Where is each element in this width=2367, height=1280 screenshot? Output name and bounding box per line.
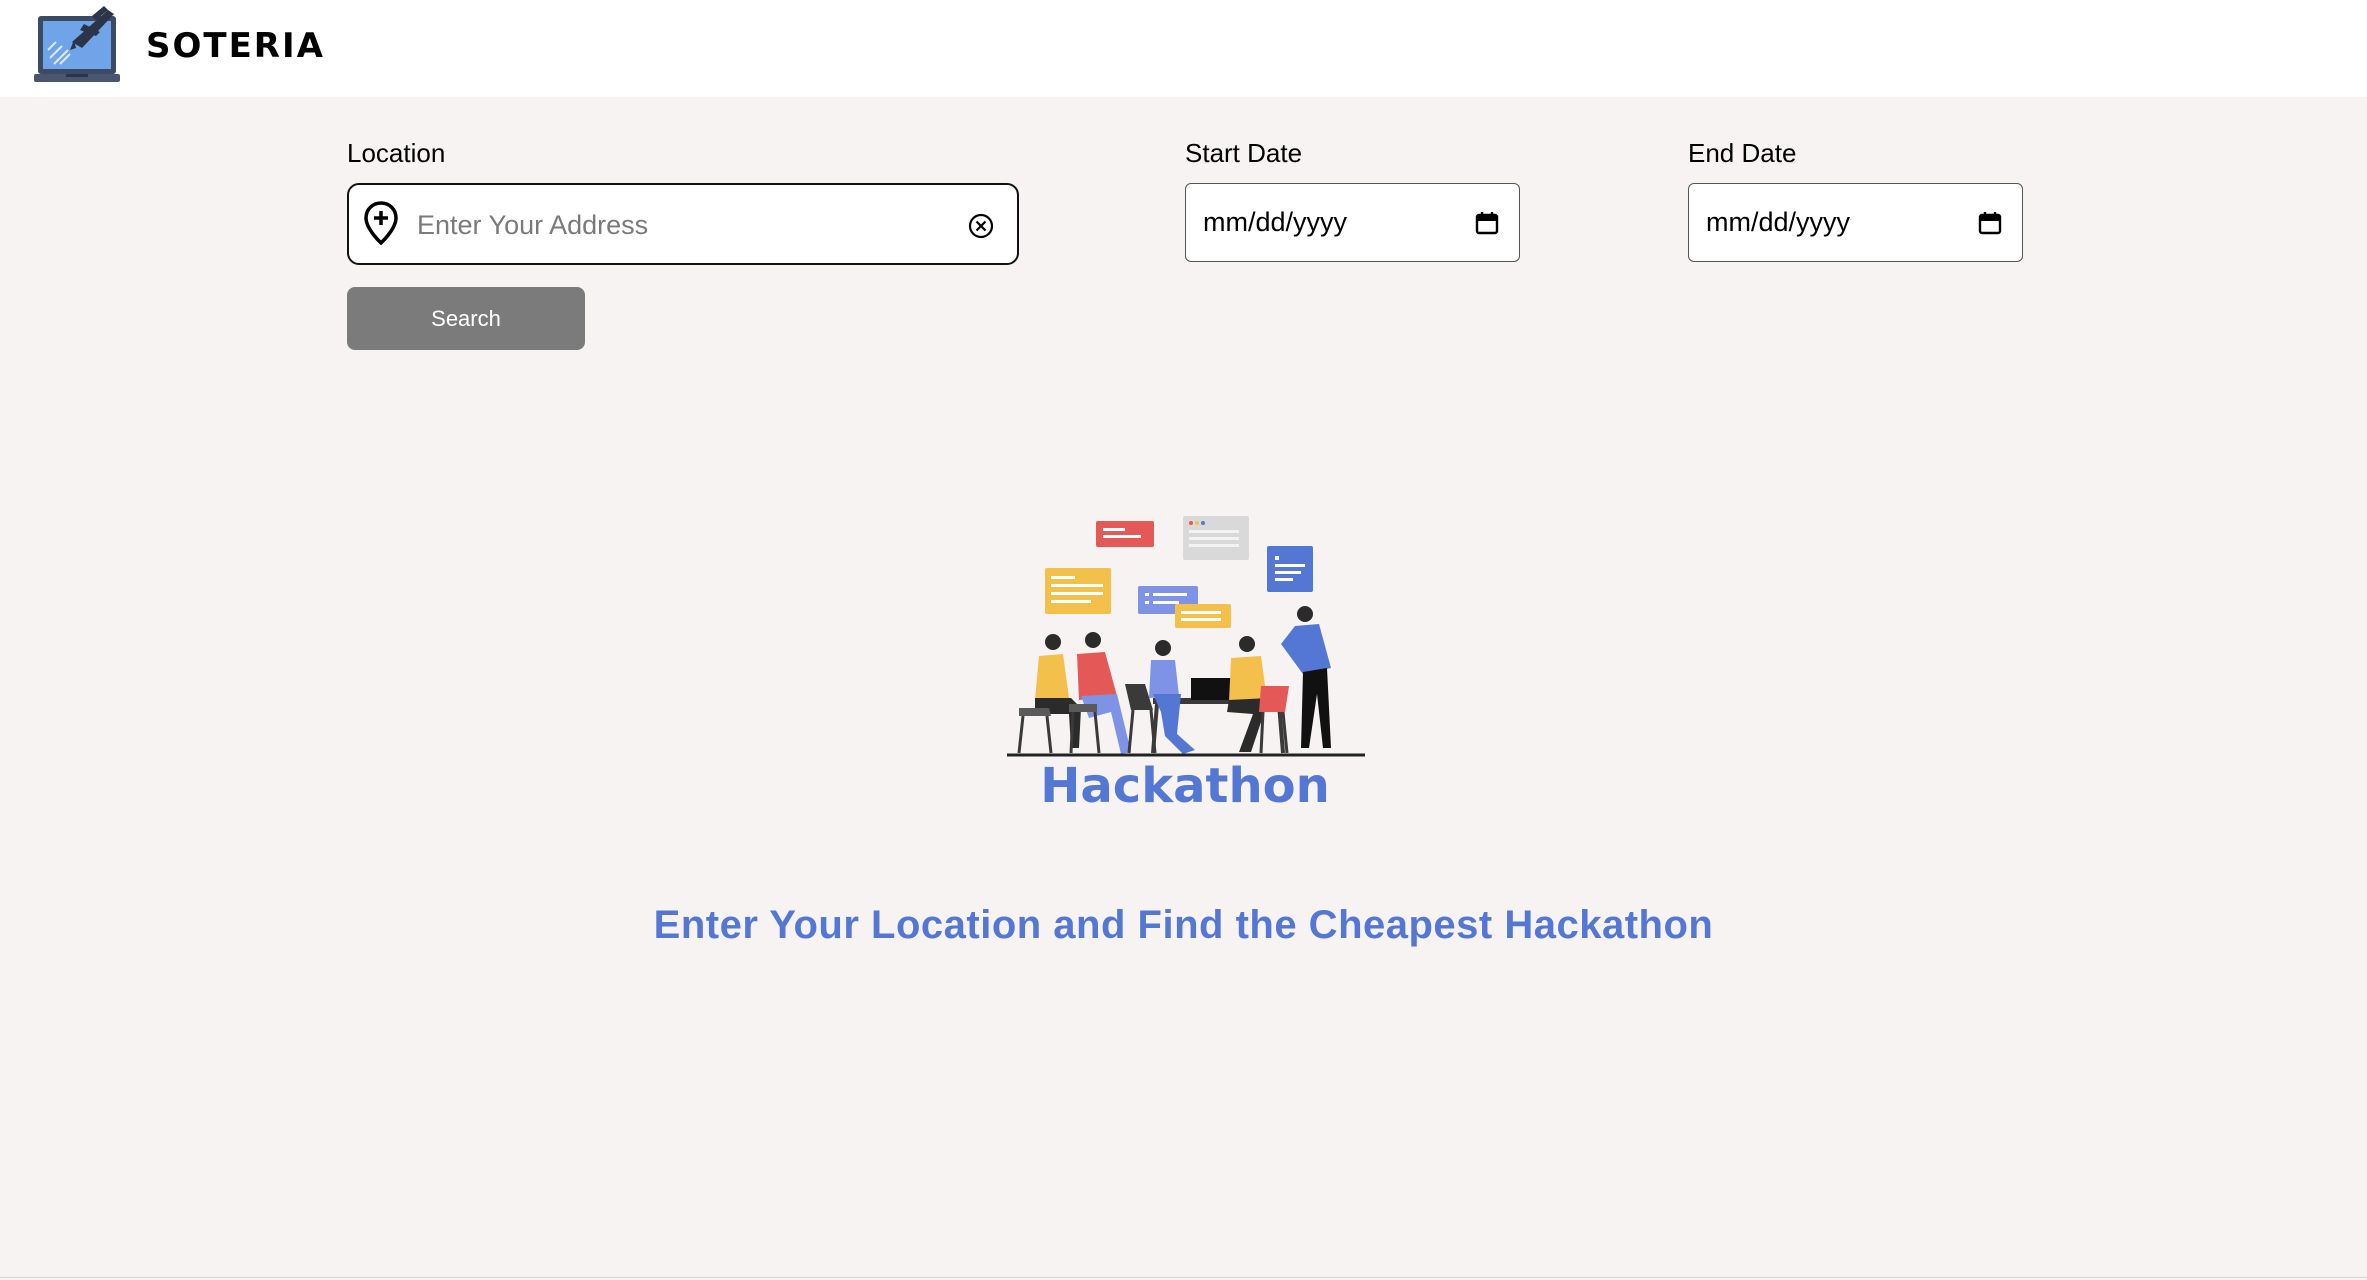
location-input[interactable]: [417, 203, 937, 247]
search-button[interactable]: Search: [347, 287, 585, 350]
end-date-value: mm/dd/yyyy: [1706, 207, 1851, 237]
end-date-input[interactable]: mm/dd/yyyy: [1688, 183, 2023, 262]
top-navbar: SOTERIA: [0, 0, 2367, 97]
hero-tagline: Enter Your Location and Find the Cheapes…: [653, 903, 1714, 947]
calendar-icon[interactable]: [1475, 211, 1499, 235]
start-date-input[interactable]: mm/dd/yyyy: [1185, 183, 1520, 262]
hackathon-title: Hackathon: [1040, 758, 1330, 814]
start-date-value: mm/dd/yyyy: [1203, 207, 1348, 237]
end-date-label: End Date: [1688, 138, 1797, 168]
clear-circle-x-icon[interactable]: [967, 212, 995, 240]
bottom-divider: [0, 1277, 2367, 1278]
calendar-icon[interactable]: [1978, 211, 2002, 235]
map-pin-plus-icon: [364, 201, 398, 245]
hackathon-illustration: [1007, 516, 1365, 757]
laptop-airplane-icon[interactable]: [34, 2, 124, 86]
location-label: Location: [347, 138, 446, 168]
start-date-label: Start Date: [1185, 138, 1303, 168]
location-field[interactable]: [347, 183, 1019, 265]
brand-name[interactable]: SOTERIA: [146, 26, 325, 66]
